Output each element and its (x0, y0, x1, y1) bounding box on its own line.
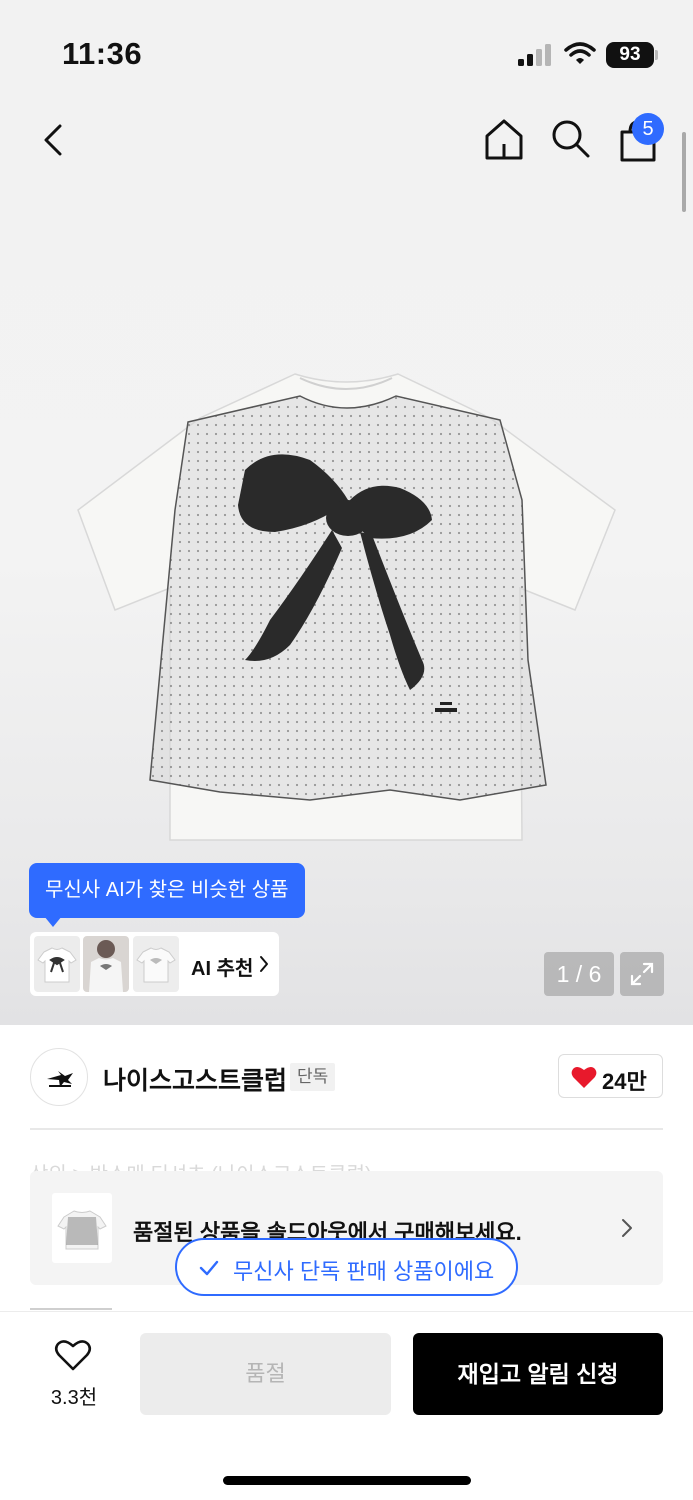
chevron-left-icon[interactable] (34, 118, 74, 162)
product-image[interactable] (70, 360, 622, 850)
exclusive-sale-pill: 무신사 단독 판매 상품이에요 (175, 1238, 518, 1296)
underline-mark (30, 1308, 112, 1310)
cart-count-badge: 5 (632, 113, 664, 145)
home-indicator (223, 1476, 471, 1485)
tooltip-tail (44, 916, 62, 927)
brand-logo[interactable] (30, 1048, 88, 1106)
exclusive-badge: 단독 (290, 1063, 336, 1091)
product-detail-page: 11:36 93 5 무신사 AI가 찾은 비슷한 상품 AI 추천 1 / 6… (0, 0, 693, 1500)
ai-recommend-card[interactable]: AI 추천 (30, 932, 279, 996)
ai-recommend-label: AI 추천 (191, 958, 254, 980)
battery-level: 93 (606, 42, 654, 68)
status-bar: 11:36 93 (0, 0, 693, 96)
ai-thumbnail[interactable] (83, 936, 129, 992)
exclusive-sale-text: 무신사 단독 판매 상품이에요 (233, 1259, 495, 1284)
product-gallery[interactable]: 11:36 93 5 무신사 AI가 찾은 비슷한 상품 AI 추천 1 / 6 (0, 0, 693, 1025)
restock-alert-button[interactable]: 재입고 알림 신청 (413, 1333, 663, 1415)
ai-similar-tooltip[interactable]: 무신사 AI가 찾은 비슷한 상품 (29, 863, 305, 918)
search-icon[interactable] (548, 116, 592, 162)
home-icon[interactable] (482, 116, 526, 162)
check-icon (199, 1260, 219, 1276)
brand-like-button[interactable]: 24만 (558, 1054, 663, 1098)
battery-icon: 93 (606, 42, 658, 68)
expand-button[interactable] (620, 952, 664, 996)
battery-tip (655, 50, 658, 60)
wish-count: 3.3천 (50, 1387, 98, 1409)
brand-name[interactable]: 나이스고스트클럽 (103, 1061, 287, 1097)
banner-thumbnail (52, 1193, 112, 1263)
heart-filled-icon (571, 1066, 597, 1088)
ai-thumbnail[interactable] (133, 936, 179, 992)
divider (30, 1128, 663, 1130)
expand-icon (630, 962, 654, 986)
ai-thumbnail[interactable] (34, 936, 80, 992)
soldout-button[interactable]: 품절 (140, 1333, 391, 1415)
signal-icon (518, 44, 551, 66)
image-page-counter: 1 / 6 (544, 952, 614, 996)
heart-outline-icon[interactable] (54, 1338, 92, 1372)
brand-like-count: 24만 (602, 1069, 647, 1094)
status-time: 11:36 (62, 36, 143, 71)
wifi-icon (564, 42, 596, 64)
scrollbar[interactable] (682, 132, 686, 212)
chevron-right-icon (622, 1219, 632, 1237)
chevron-right-icon (260, 956, 268, 972)
